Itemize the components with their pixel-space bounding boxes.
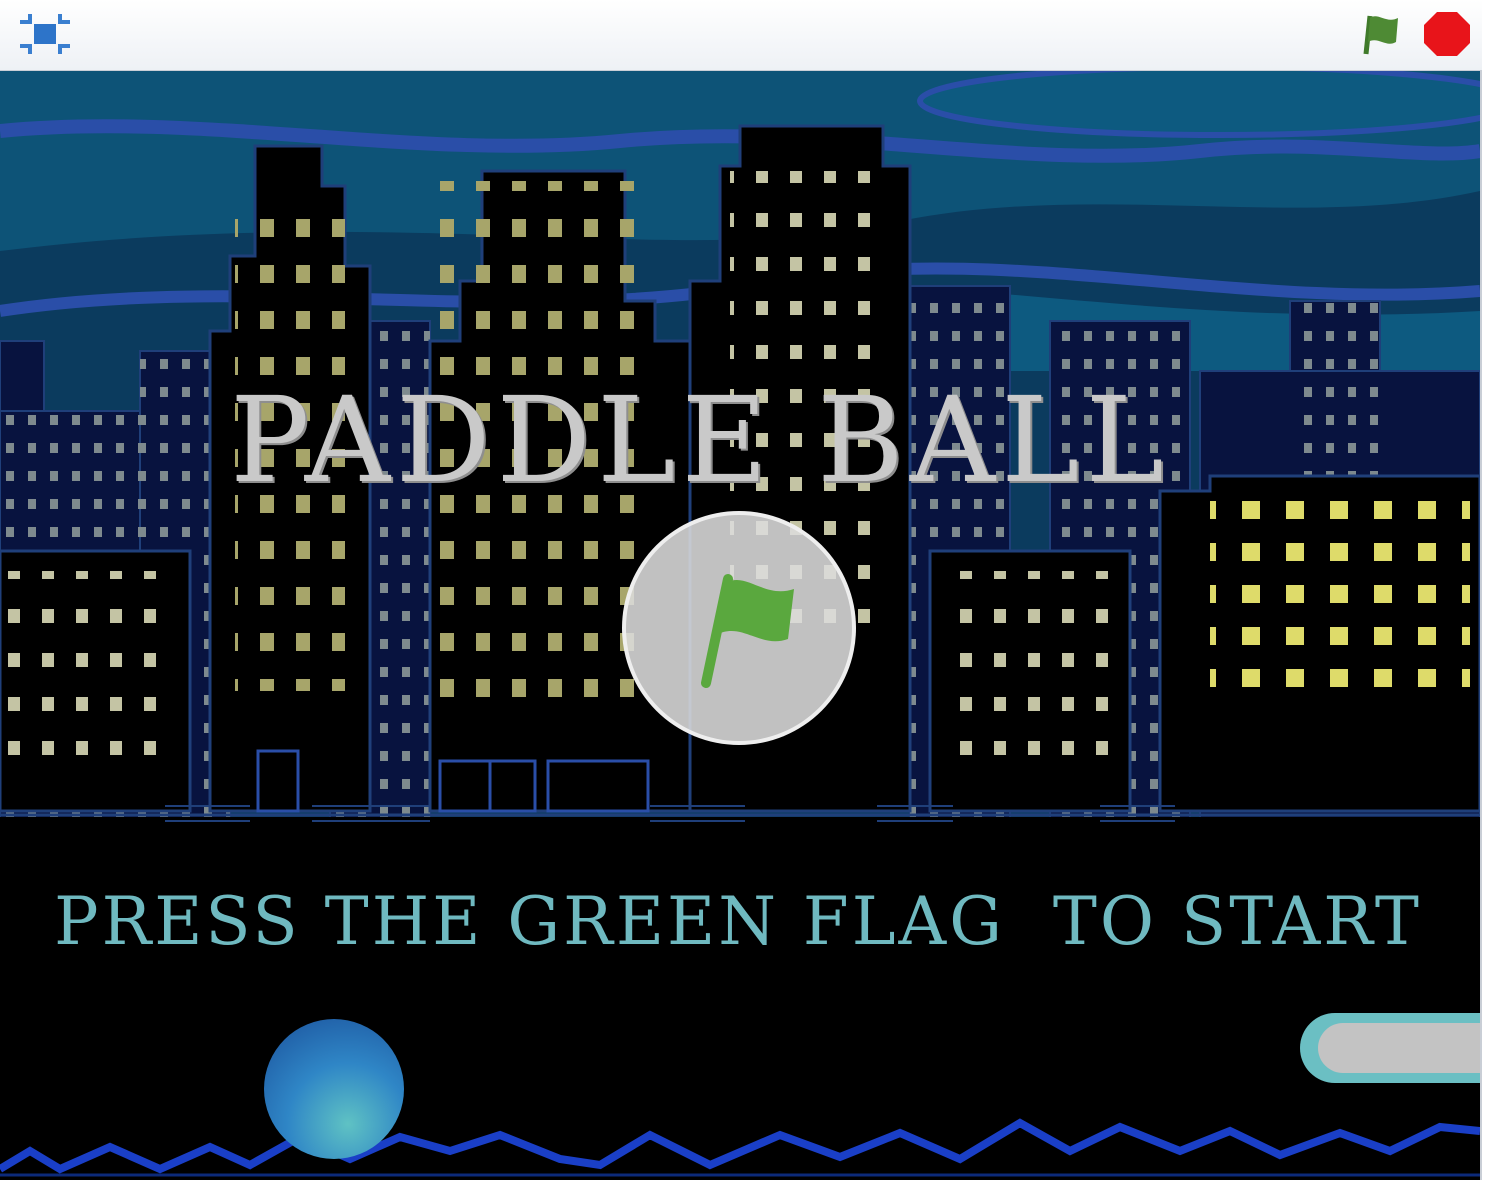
ball-sprite [264, 1019, 404, 1159]
fullscreen-icon[interactable] [14, 8, 76, 60]
start-instruction: PRESS THE GREEN FLAG TO START [54, 883, 1422, 960]
start-overlay-button[interactable] [622, 511, 856, 745]
stop-sign-icon[interactable] [1420, 8, 1474, 60]
paddle-sprite [1300, 1013, 1480, 1083]
green-flag-icon [701, 574, 794, 688]
green-flag-icon[interactable] [1356, 8, 1410, 60]
game-title: PADDLE BALL [230, 371, 1170, 509]
game-stage[interactable]: PADDLE BALL PRESS THE GREEN FLAG TO STAR… [0, 71, 1482, 1180]
stage-header [0, 0, 1482, 71]
